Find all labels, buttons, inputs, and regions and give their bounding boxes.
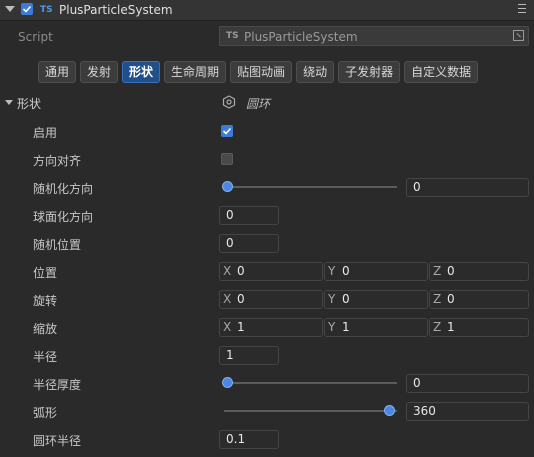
radius-thickness-input[interactable]: 0 <box>406 374 529 393</box>
scale-x-field[interactable]: X1 <box>219 318 323 337</box>
tab-sub-emitters[interactable]: 子发射器 <box>338 61 401 83</box>
radius-thickness-slider-thumb[interactable] <box>222 377 233 388</box>
tab-lifetime[interactable]: 生命周期 <box>164 61 227 83</box>
ts-icon: TS <box>226 31 239 41</box>
open-script-icon[interactable] <box>513 30 524 41</box>
tab-emission[interactable]: 发射 <box>80 61 119 83</box>
axis-y-label: Y <box>328 292 336 306</box>
component-name: PlusParticleSystem <box>59 3 173 17</box>
script-value: PlusParticleSystem <box>244 30 358 44</box>
rotation-y-field[interactable]: Y0 <box>324 290 428 309</box>
spherize-direction-input[interactable]: 0 <box>219 206 279 225</box>
rotation-x-field[interactable]: X0 <box>219 290 323 309</box>
script-label: Script <box>18 30 53 44</box>
rotation-y-value: 0 <box>342 292 350 306</box>
arc-label: 弧形 <box>33 406 58 420</box>
axis-y-label: Y <box>328 320 336 334</box>
enabled-checkbox[interactable] <box>221 125 233 137</box>
position-z-field[interactable]: Z0 <box>429 262 529 281</box>
torus-radius-label: 圆环半径 <box>33 434 82 448</box>
position-y-value: 0 <box>342 264 350 278</box>
scale-z-field[interactable]: Z1 <box>429 318 529 337</box>
radius-thickness-slider-track[interactable] <box>224 382 397 384</box>
random-direction-slider-track[interactable] <box>224 186 397 188</box>
random-direction-slider-thumb[interactable] <box>222 181 233 192</box>
axis-z-label: Z <box>433 320 442 334</box>
script-field[interactable]: TS PlusParticleSystem <box>219 26 529 46</box>
menu-icon[interactable] <box>518 4 526 16</box>
rotation-label: 旋转 <box>33 294 58 308</box>
position-x-value: 0 <box>237 264 245 278</box>
scale-y-value: 1 <box>342 320 350 334</box>
section-title[interactable]: 形状 <box>17 95 41 112</box>
shape-type-label[interactable]: 圆环 <box>246 95 270 112</box>
position-z-value: 0 <box>447 264 455 278</box>
position-x-field[interactable]: X0 <box>219 262 323 281</box>
tab-general[interactable]: 通用 <box>38 61 77 83</box>
position-y-field[interactable]: Y0 <box>324 262 428 281</box>
tab-shape[interactable]: 形状 <box>122 61 161 83</box>
axis-z-label: Z <box>433 264 442 278</box>
rotation-z-value: 0 <box>447 292 455 306</box>
axis-y-label: Y <box>328 264 336 278</box>
axis-x-label: X <box>223 264 232 278</box>
rotation-x-value: 0 <box>237 292 245 306</box>
radius-input[interactable]: 1 <box>219 346 279 365</box>
rotation-z-field[interactable]: Z0 <box>429 290 529 309</box>
random-direction-label: 随机化方向 <box>33 182 94 196</box>
component-enabled-checkbox[interactable] <box>21 3 33 15</box>
tab-texture-animation[interactable]: 贴图动画 <box>230 61 293 83</box>
hexagon-icon <box>222 95 236 109</box>
scale-z-value: 1 <box>447 320 455 334</box>
component-header[interactable]: TS PlusParticleSystem <box>0 0 534 21</box>
radius-thickness-label: 半径厚度 <box>33 378 82 392</box>
collapse-arrow-icon[interactable] <box>5 6 15 12</box>
scale-y-field[interactable]: Y1 <box>324 318 428 337</box>
align-direction-checkbox[interactable] <box>221 153 233 165</box>
radius-label: 半径 <box>33 350 58 364</box>
align-direction-label: 方向对齐 <box>33 154 82 168</box>
ts-icon: TS <box>40 5 53 15</box>
spherize-direction-label: 球面化方向 <box>33 210 94 224</box>
tab-noise[interactable]: 绕动 <box>296 61 335 83</box>
axis-x-label: X <box>223 320 232 334</box>
position-label: 位置 <box>33 266 58 280</box>
random-position-input[interactable]: 0 <box>219 234 279 253</box>
section-collapse-icon[interactable] <box>5 100 13 105</box>
torus-radius-input[interactable]: 0.1 <box>219 430 279 449</box>
arc-slider-track[interactable] <box>224 410 397 412</box>
random-direction-input[interactable]: 0 <box>406 178 529 197</box>
arc-slider-thumb[interactable] <box>384 405 395 416</box>
axis-x-label: X <box>223 292 232 306</box>
tab-custom-data[interactable]: 自定义数据 <box>404 61 479 83</box>
scale-x-value: 1 <box>237 320 245 334</box>
tab-bar: 通用 发射 形状 生命周期 贴图动画 绕动 子发射器 自定义数据 <box>38 61 479 83</box>
enabled-label: 启用 <box>33 126 58 140</box>
random-position-label: 随机位置 <box>33 238 82 252</box>
axis-z-label: Z <box>433 292 442 306</box>
scale-label: 缩放 <box>33 322 58 336</box>
arc-input[interactable]: 360 <box>406 402 529 421</box>
